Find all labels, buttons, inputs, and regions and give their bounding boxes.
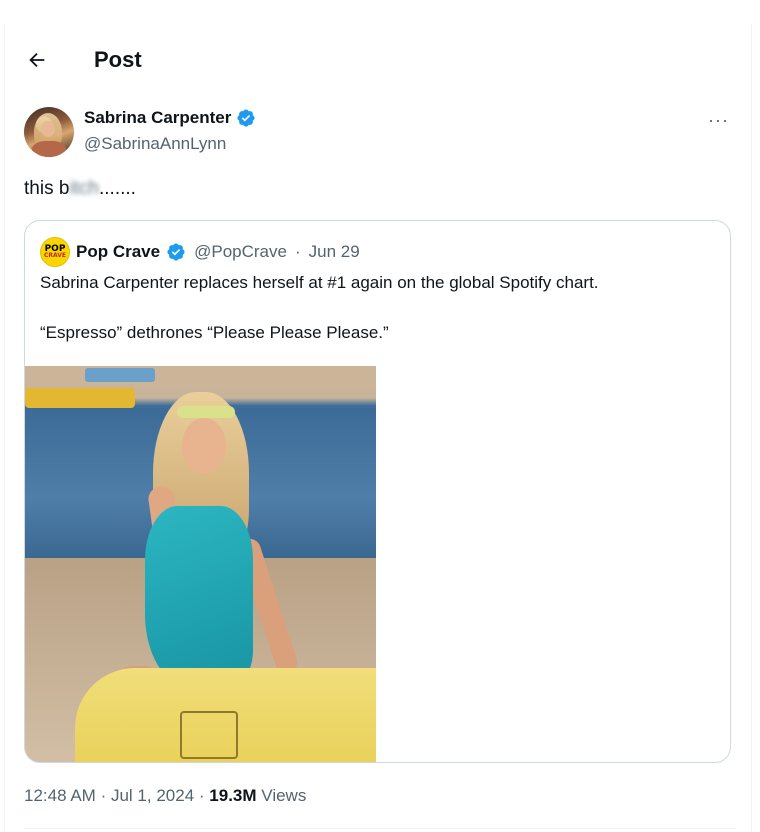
views-count: 19.3M bbox=[209, 786, 257, 805]
pop-crave-avatar[interactable]: POP CRAVE bbox=[40, 237, 70, 267]
avatar[interactable] bbox=[24, 107, 74, 157]
post-text-censored: itch bbox=[69, 178, 99, 199]
post-time[interactable]: 12:48 AM bbox=[24, 786, 96, 805]
author-name[interactable]: Sabrina Carpenter bbox=[84, 108, 231, 128]
more-options-button[interactable]: ··· bbox=[708, 110, 729, 131]
post-metadata: 12:48 AM · Jul 1, 2024 · 19.3M Views bbox=[24, 786, 306, 806]
verified-badge-icon bbox=[167, 243, 185, 261]
meta-separator: · bbox=[100, 786, 107, 805]
arrow-left-icon bbox=[29, 52, 45, 68]
quoted-post-text-line2: “Espresso” dethrones “Please Please Plea… bbox=[40, 323, 389, 342]
page-header bbox=[24, 44, 50, 76]
quoted-author-name[interactable]: Pop Crave bbox=[76, 242, 160, 262]
quoted-post-photo[interactable] bbox=[25, 366, 376, 762]
post-date[interactable]: Jul 1, 2024 bbox=[111, 786, 194, 805]
post-text: this bitch....... bbox=[24, 178, 136, 200]
page-title: Post bbox=[94, 47, 142, 72]
quoted-post-date[interactable]: Jun 29 bbox=[309, 242, 360, 262]
back-button[interactable] bbox=[24, 47, 50, 73]
quoted-author-handle[interactable]: @PopCrave bbox=[194, 242, 287, 262]
post-text-start: this b bbox=[24, 178, 70, 199]
quoted-post[interactable]: POP CRAVE Pop Crave @PopCrave · Jun 29 S… bbox=[24, 220, 731, 763]
separator-dot: · bbox=[294, 242, 301, 261]
meta-separator: · bbox=[198, 786, 205, 805]
verified-badge-icon bbox=[237, 109, 255, 127]
author-handle[interactable]: @SabrinaAnnLynn bbox=[84, 134, 226, 154]
post-text-end: ....... bbox=[99, 178, 136, 199]
logo-text-bottom: CRAVE bbox=[43, 252, 66, 260]
quoted-post-text-line1: Sabrina Carpenter replaces herself at #1… bbox=[40, 273, 599, 292]
divider bbox=[24, 828, 736, 829]
views-label: Views bbox=[261, 786, 307, 805]
quoted-post-header: POP CRAVE Pop Crave @PopCrave · Jun 29 bbox=[40, 237, 360, 267]
author-name-row[interactable]: Sabrina Carpenter bbox=[84, 108, 256, 128]
